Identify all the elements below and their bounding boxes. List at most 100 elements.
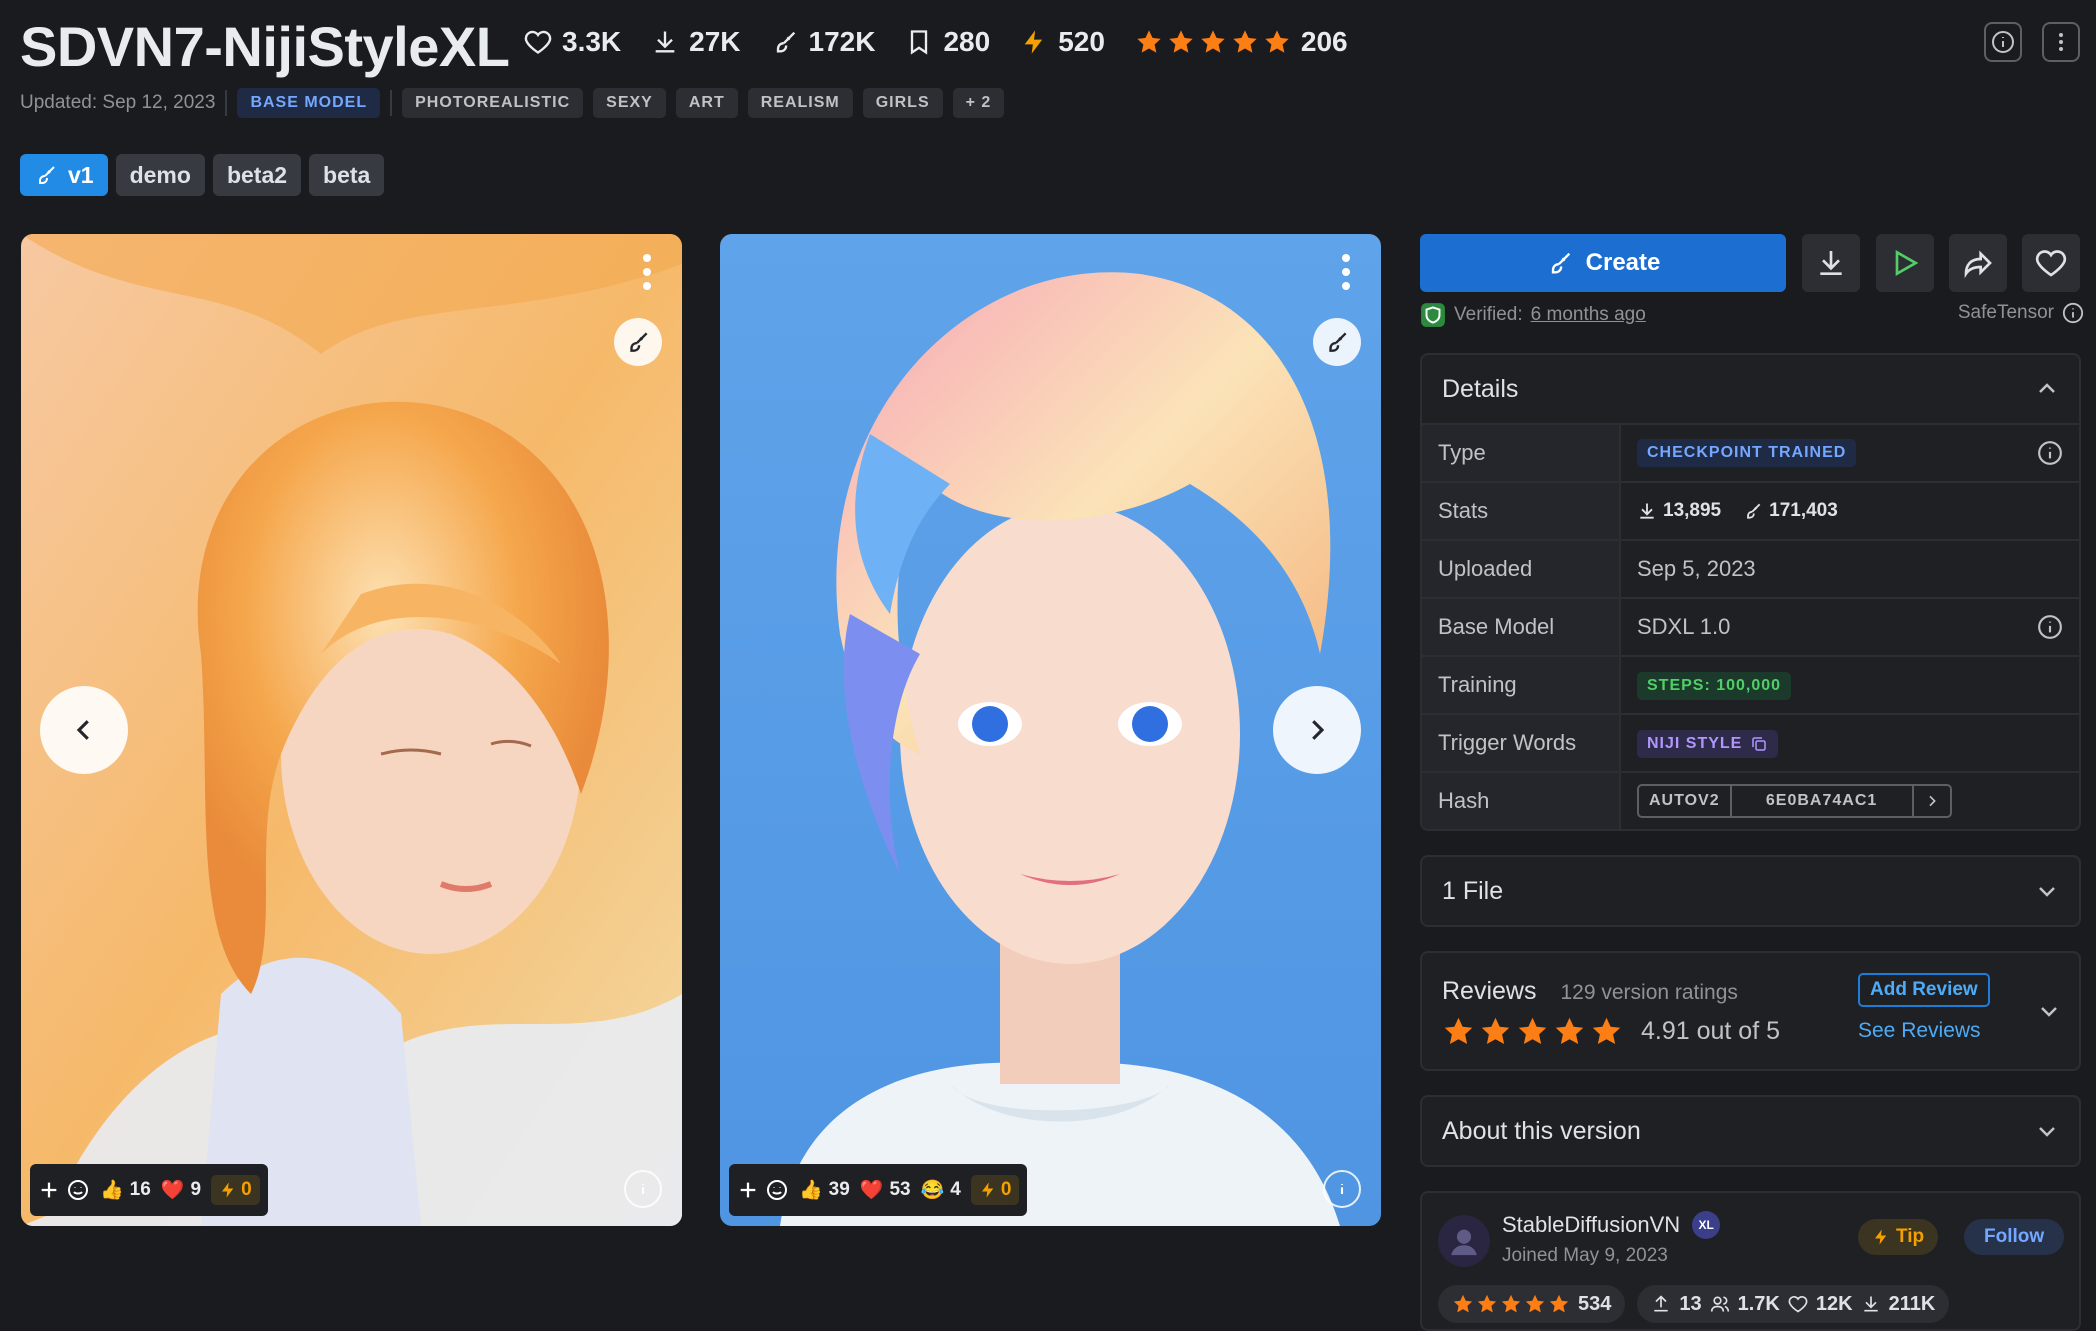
trigger-word: NIJI STYLE bbox=[1647, 735, 1743, 752]
model-title: SDVN7-NijiStyleXL bbox=[20, 15, 510, 78]
next-image-button[interactable] bbox=[1273, 686, 1361, 774]
version-label: beta2 bbox=[226, 161, 288, 188]
tip-button[interactable]: Tip bbox=[1858, 1219, 1939, 1255]
star-icon bbox=[1555, 1017, 1584, 1045]
details-header[interactable]: Details bbox=[1422, 355, 2079, 423]
hash-next-button[interactable] bbox=[1914, 786, 1950, 816]
creator-joined: Joined May 9, 2023 bbox=[1502, 1245, 1668, 1266]
creator-name[interactable]: StableDiffusionVN bbox=[1502, 1212, 1680, 1238]
heart-reaction[interactable]: ❤️ 53 bbox=[860, 1178, 911, 1202]
star-icon bbox=[1137, 30, 1161, 53]
laugh-reaction[interactable]: 😂 4 bbox=[921, 1178, 961, 1202]
tag-photorealistic[interactable]: PHOTOREALISTIC bbox=[402, 88, 584, 118]
image-info-button[interactable] bbox=[1323, 1170, 1361, 1208]
ratings-count: 129 version ratings bbox=[1560, 981, 1738, 1004]
creator-rating-count: 534 bbox=[1578, 1292, 1612, 1315]
creator-card: StableDiffusionVN XL Joined May 9, 2023 … bbox=[1420, 1191, 2081, 1331]
chevron-down-icon bbox=[2039, 1127, 2055, 1137]
chevron-down-icon[interactable] bbox=[2037, 999, 2061, 1023]
avatar[interactable] bbox=[1438, 1215, 1490, 1267]
tag-sexy[interactable]: SEXY bbox=[593, 88, 666, 118]
about-panel[interactable]: About this version bbox=[1420, 1095, 2081, 1167]
more-options-button[interactable] bbox=[2042, 22, 2080, 62]
info-icon[interactable] bbox=[2037, 614, 2063, 640]
add-reaction-button[interactable] bbox=[737, 1178, 789, 1202]
version-tab-beta[interactable]: beta bbox=[309, 154, 385, 196]
files-panel[interactable]: 1 File bbox=[1420, 855, 2081, 927]
add-reaction-button[interactable] bbox=[38, 1178, 90, 1202]
tip-label: Tip bbox=[1896, 1226, 1925, 1247]
like-count: 16 bbox=[129, 1179, 151, 1200]
trigger-word-badge[interactable]: NIJI STYLE bbox=[1637, 730, 1779, 758]
buzz-reaction[interactable]: 0 bbox=[211, 1175, 260, 1205]
verified-status: Verified: 6 months ago bbox=[1420, 302, 1646, 328]
file-format: SafeTensor bbox=[1958, 302, 2084, 324]
tag-girls[interactable]: GIRLS bbox=[862, 88, 943, 118]
laugh-count: 4 bbox=[950, 1179, 961, 1200]
like-reaction[interactable]: 👍 16 bbox=[100, 1178, 151, 1202]
favorite-button[interactable] bbox=[2022, 234, 2080, 292]
table-row: Hash AUTOV2 6E0BA74AC1 bbox=[1422, 771, 2079, 829]
heart-reaction[interactable]: ❤️ 9 bbox=[161, 1178, 201, 1202]
like-reaction[interactable]: 👍 39 bbox=[799, 1178, 850, 1202]
chevron-down-icon bbox=[2039, 887, 2055, 897]
verified-time-link[interactable]: 6 months ago bbox=[1531, 304, 1646, 326]
divider bbox=[225, 90, 228, 116]
create-button[interactable]: Create bbox=[1420, 234, 1786, 292]
tag-more[interactable]: + 2 bbox=[952, 88, 1005, 118]
details-table: Type CHECKPOINT TRAINED Stats 13,895 171… bbox=[1422, 423, 2079, 829]
remix-button[interactable] bbox=[614, 318, 662, 366]
creator-activity: 13 1.7K 12K 211K bbox=[1637, 1285, 1950, 1323]
row-label: Stats bbox=[1422, 481, 1621, 540]
buzz-reaction[interactable]: 0 bbox=[970, 1175, 1020, 1205]
row-label: Type bbox=[1422, 423, 1621, 482]
generations-stat: 171,403 bbox=[1743, 500, 1838, 522]
updated-date: Updated: Sep 12, 2023 bbox=[20, 92, 216, 113]
version-tab-v1[interactable]: v1 bbox=[20, 154, 108, 196]
hash-type[interactable]: AUTOV2 bbox=[1639, 786, 1732, 816]
previous-image-button[interactable] bbox=[40, 686, 128, 774]
creator-stats: 534 13 1.7K 12K 211K bbox=[1438, 1285, 1950, 1323]
hash-value[interactable]: 6E0BA74AC1 bbox=[1732, 786, 1914, 816]
info-icon bbox=[641, 1184, 645, 1194]
follow-label: Follow bbox=[1984, 1226, 2045, 1247]
kebab-icon[interactable] bbox=[1341, 252, 1351, 292]
heart-icon bbox=[2035, 250, 2067, 277]
image-card[interactable]: 👍 16 ❤️ 9 0 bbox=[21, 234, 682, 1226]
heart-icon bbox=[1788, 1295, 1808, 1313]
hash-box[interactable]: AUTOV2 6E0BA74AC1 bbox=[1637, 784, 1952, 818]
copy-icon[interactable] bbox=[1750, 735, 1768, 753]
review-stars bbox=[1442, 1015, 1623, 1048]
follow-button[interactable]: Follow bbox=[1964, 1219, 2065, 1255]
info-button[interactable] bbox=[1984, 22, 2022, 62]
version-tab-beta2[interactable]: beta2 bbox=[212, 154, 302, 196]
uploads-count: 13 bbox=[1679, 1292, 1702, 1315]
share-button[interactable] bbox=[1949, 234, 2007, 292]
version-tabs: v1 demo beta2 beta bbox=[20, 154, 385, 196]
kebab-icon[interactable] bbox=[642, 252, 652, 292]
remix-button[interactable] bbox=[1313, 318, 1361, 366]
see-reviews-link[interactable]: See Reviews bbox=[1858, 1019, 1981, 1043]
version-tab-demo[interactable]: demo bbox=[115, 154, 205, 196]
users-icon bbox=[1710, 1296, 1729, 1312]
info-icon[interactable] bbox=[2037, 440, 2063, 466]
tag-base-model[interactable]: BASE MODEL bbox=[237, 88, 381, 118]
buzz-stat: 520 bbox=[1020, 26, 1105, 58]
download-button[interactable] bbox=[1802, 234, 1860, 292]
image-card[interactable]: 👍 39 ❤️ 53 😂 4 0 bbox=[720, 234, 1381, 1226]
tag-realism[interactable]: REALISM bbox=[747, 88, 853, 118]
run-button[interactable] bbox=[1876, 234, 1934, 292]
star-icon bbox=[1233, 30, 1257, 53]
rating-stat[interactable]: 206 bbox=[1135, 26, 1348, 58]
download-icon bbox=[1820, 251, 1842, 275]
image-info-button[interactable] bbox=[624, 1170, 662, 1208]
info-icon[interactable] bbox=[2062, 302, 2084, 324]
bolt-icon bbox=[981, 1182, 994, 1198]
heart-count: 9 bbox=[190, 1179, 202, 1200]
likes-count: 3.3K bbox=[562, 26, 622, 57]
add-review-button[interactable]: Add Review bbox=[1858, 973, 1990, 1007]
likes-stat: 3.3K bbox=[524, 26, 621, 58]
creator-rating: 534 bbox=[1438, 1285, 1626, 1323]
table-row: Base Model SDXL 1.0 bbox=[1422, 597, 2079, 656]
tag-art[interactable]: ART bbox=[675, 88, 738, 118]
